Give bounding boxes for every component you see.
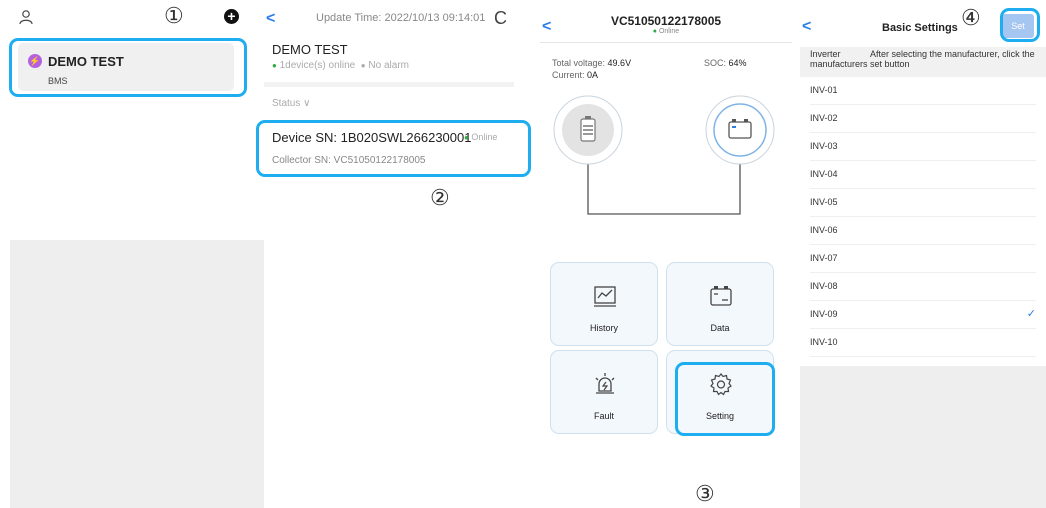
device-status: ● Online — [464, 132, 497, 142]
settings-title: Basic Settings — [882, 22, 958, 34]
fault-tile[interactable]: Fault — [550, 350, 658, 434]
back-icon[interactable]: < — [266, 10, 275, 28]
manufacturer-row[interactable]: INV-08 — [810, 273, 1036, 301]
device-online-dot-icon: ● — [464, 133, 469, 142]
empty-area — [800, 366, 1046, 508]
manufacturer-label: INV-07 — [810, 253, 838, 263]
total-voltage-label: Total voltage: — [552, 58, 608, 68]
bms-node-icon — [705, 95, 775, 165]
manufacturer-label: INV-08 — [810, 281, 838, 291]
history-tile[interactable]: History — [550, 262, 658, 346]
back-icon[interactable]: < — [802, 18, 811, 36]
plant-badge-icon: ⚡ — [28, 54, 42, 68]
data-tile[interactable]: Data — [666, 262, 774, 346]
fault-label: Fault — [593, 411, 614, 421]
battery-node-icon — [553, 95, 623, 165]
manufacturer-row[interactable]: INV-03 — [810, 133, 1036, 161]
current-value: 0A — [587, 70, 599, 80]
collector-title: VC51050122178005 — [610, 14, 722, 28]
collector-status-label: Online — [658, 28, 680, 35]
manufacturer-label: INV-06 — [810, 225, 838, 235]
device-status-label: Online — [471, 132, 498, 142]
fault-alarm-icon — [595, 373, 615, 394]
manufacturer-row[interactable]: INV-09 ✓ — [810, 301, 1036, 329]
manufacturer-label: INV-01 — [810, 85, 838, 95]
plant-list-panel: + ⚡ DEMO TEST BMS — [0, 0, 264, 508]
alarm-status: No alarm — [368, 60, 409, 71]
online-dot-icon: ● — [652, 28, 658, 35]
alarm-dot-icon: ● — [360, 61, 366, 70]
current: Current: 0A — [552, 70, 598, 80]
plant-name: DEMO TEST — [48, 54, 124, 69]
history-chart-icon — [594, 286, 616, 307]
collector-sn[interactable]: Collector SN: VC51050122178005 — [272, 155, 425, 166]
plant-detail-panel: < Update Time: 2022/10/13 09:14:01 C DEM… — [264, 0, 526, 508]
current-label: Current: — [552, 70, 588, 80]
manufacturer-label: INV-03 — [810, 141, 838, 151]
flow-line — [587, 154, 741, 215]
set-button[interactable]: Set — [1002, 14, 1034, 38]
settings-header: Inverter manufacturers After selecting t… — [800, 47, 1046, 77]
add-plant-icon[interactable]: + — [224, 9, 239, 24]
annotation-1: ① — [164, 4, 184, 29]
plant-type: BMS — [48, 76, 68, 86]
basic-settings-panel: < Basic Settings Set Inverter manufactur… — [800, 0, 1046, 508]
manufacturer-row[interactable]: INV-04 — [810, 161, 1036, 189]
manufacturer-label: INV-09 — [810, 309, 838, 319]
annotation-2: ② — [430, 186, 450, 211]
refresh-icon[interactable]: C — [494, 8, 507, 29]
manufacturer-label: INV-05 — [810, 197, 838, 207]
manufacturer-label: INV-02 — [810, 113, 838, 123]
header-col-hint: After selecting the manufacturer, click … — [870, 49, 1035, 69]
update-time: Update Time: 2022/10/13 09:14:01 — [316, 12, 486, 24]
divider — [264, 82, 514, 87]
gear-icon — [710, 373, 732, 396]
manufacturer-row[interactable]: INV-01 — [810, 77, 1036, 105]
check-icon: ✓ — [1026, 308, 1036, 320]
user-icon[interactable] — [18, 9, 34, 25]
plant-title: DEMO TEST — [272, 42, 348, 57]
setting-label: Setting — [705, 411, 735, 421]
manufacturer-row[interactable]: INV-07 — [810, 245, 1036, 273]
manufacturer-label: INV-10 — [810, 337, 838, 347]
manufacturer-row[interactable]: INV-05 — [810, 189, 1036, 217]
energy-flow-diagram — [553, 95, 775, 215]
setting-tile[interactable]: Setting — [666, 350, 774, 434]
soc: SOC: 64% — [704, 58, 747, 68]
plant-meta: ● 1device(s) online ● No alarm — [272, 60, 409, 71]
status-filter[interactable]: Status ∨ — [272, 98, 310, 109]
manufacturer-row[interactable]: INV-02 — [810, 105, 1036, 133]
soc-label: SOC: — [704, 58, 729, 68]
data-label: Data — [710, 323, 730, 333]
total-voltage-value: 49.6V — [607, 58, 632, 68]
divider — [540, 42, 792, 43]
collector-status: ● Online — [540, 28, 792, 35]
manufacturer-row[interactable]: INV-10 — [810, 329, 1036, 357]
devices-online: 1device(s) online — [279, 60, 356, 71]
data-battery-icon — [710, 286, 732, 306]
annotation-3: ③ — [695, 482, 715, 507]
annotation-4: ④ — [961, 6, 981, 31]
online-dot-icon: ● — [272, 61, 277, 70]
manufacturer-row[interactable]: INV-06 — [810, 217, 1036, 245]
soc-value: 64% — [728, 58, 747, 68]
header-col-manufacturers: Inverter manufacturers — [810, 49, 868, 69]
empty-area — [10, 240, 264, 508]
collector-panel: < VC51050122178005 ● Online Total voltag… — [540, 0, 792, 508]
total-voltage: Total voltage: 49.6V — [552, 58, 631, 68]
plant-card[interactable]: ⚡ DEMO TEST BMS — [18, 43, 234, 91]
device-sn[interactable]: Device SN: 1B020SWL266230001 — [272, 130, 471, 145]
history-label: History — [589, 323, 618, 333]
manufacturer-label: INV-04 — [810, 169, 838, 179]
